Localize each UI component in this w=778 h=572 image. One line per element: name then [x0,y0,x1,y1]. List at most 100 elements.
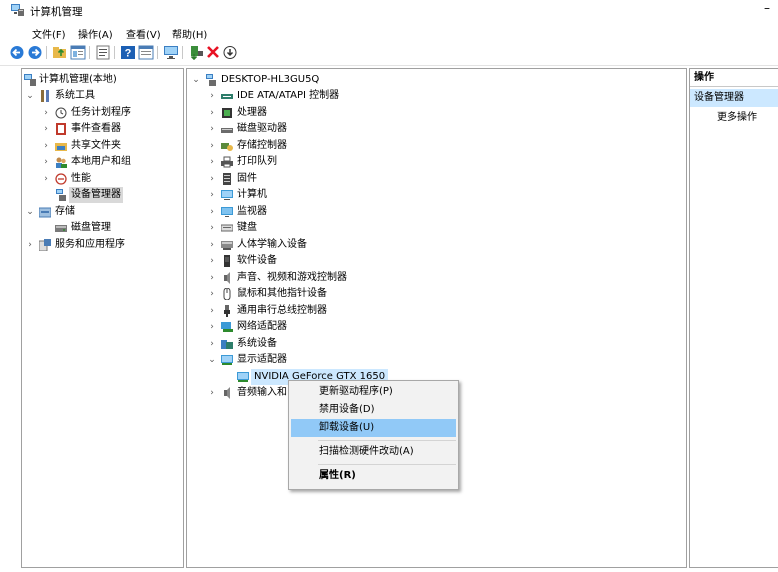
menu-item-uninstall-device[interactable]: 卸载设备(U) [291,419,456,437]
menu-action[interactable]: 操作(A) [78,26,113,41]
category-label: 打印队列 [237,156,277,167]
chevron-right-icon[interactable]: › [207,336,217,352]
toolbar-separator [182,46,183,59]
toolbar-separator [89,46,90,59]
computer-icon[interactable] [163,45,179,60]
remove-icon[interactable] [205,45,221,60]
forward-arrow-icon[interactable] [27,45,43,60]
category-label: IDE ATA/ATAPI 控制器 [237,90,340,101]
title-bar: 计算机管理 – [0,0,778,22]
chevron-right-icon[interactable]: › [207,171,217,187]
tree-label: 任务计划程序 [71,107,131,118]
toolbar-separator [114,46,115,59]
chevron-right-icon[interactable]: › [207,237,217,253]
chevron-right-icon[interactable]: › [41,138,51,154]
chevron-right-icon[interactable]: › [207,385,217,401]
more-actions-link[interactable]: 更多操作 [717,109,757,127]
chevron-right-icon[interactable]: › [207,154,217,170]
chevron-down-icon[interactable]: ⌄ [191,72,201,88]
menu-item-properties[interactable]: 属性(R) [291,467,456,485]
chevron-right-icon[interactable]: › [25,237,35,253]
folder-up-icon[interactable] [52,45,68,60]
toolbar-separator [157,46,158,59]
mouse-icon [223,288,231,300]
details-icon[interactable] [138,45,154,60]
printer-icon [221,156,233,168]
tree-label: 共享文件夹 [71,140,121,151]
category-label: 鼠标和其他指针设备 [237,288,327,299]
shared-folder-icon [55,143,67,151]
category-label: 人体学输入设备 [237,239,307,250]
category-label: 处理器 [237,107,267,118]
disk-icon [55,225,67,232]
chevron-right-icon[interactable]: › [207,220,217,236]
chevron-right-icon[interactable]: › [41,121,51,137]
chevron-right-icon[interactable]: › [207,270,217,286]
tree-label: 设备管理器 [69,187,123,203]
chevron-down-icon[interactable]: ⌄ [25,204,35,220]
services-icon [39,239,51,251]
system-device-icon [221,340,233,349]
category-label: 固件 [237,173,257,184]
tools-icon [41,90,49,102]
chevron-right-icon[interactable]: › [207,105,217,121]
category-label: 计算机 [237,189,267,200]
menu-view[interactable]: 查看(V) [126,26,161,41]
menu-separator [318,440,456,441]
storage-icon [39,207,51,218]
menu-item-scan-hardware[interactable]: 扫描检测硬件改动(A) [291,443,456,461]
display-adapter-icon [237,372,249,382]
category-label: 键盘 [237,222,257,233]
event-log-icon [56,123,66,135]
tree-label: 系统工具 [55,90,95,101]
chevron-right-icon[interactable]: › [207,187,217,203]
tree-label: 存储 [55,206,75,217]
minimize-button[interactable]: – [764,1,770,15]
toolbar-separator [46,46,47,59]
menu-help[interactable]: 帮助(H) [172,26,207,41]
chevron-right-icon[interactable]: › [207,303,217,319]
help-icon[interactable]: ? [120,45,136,60]
category-label: 软件设备 [237,255,277,266]
chevron-right-icon[interactable]: › [207,121,217,137]
display-adapter-icon [221,355,233,365]
install-icon[interactable] [222,45,238,60]
category-label: 系统设备 [237,338,277,349]
toolbar-divider [0,65,778,66]
chevron-right-icon[interactable]: › [207,319,217,335]
menu-item-update-driver[interactable]: 更新驱动程序(P) [291,383,456,401]
chevron-right-icon[interactable]: › [207,88,217,104]
menu-item-disable-device[interactable]: 禁用设备(D) [291,401,456,419]
chevron-down-icon[interactable]: ⌄ [207,352,217,368]
computer-management-icon [24,74,36,86]
hid-icon [221,241,233,250]
tree-label: 性能 [71,173,91,184]
chevron-right-icon[interactable]: › [41,105,51,121]
chevron-right-icon[interactable]: › [41,171,51,187]
computer-name: DESKTOP-HL3GU5Q [221,74,320,85]
chevron-right-icon[interactable]: › [41,154,51,170]
menu-bar: 文件(F) 操作(A) 查看(V) 帮助(H) [0,24,778,41]
show-hide-tree-icon[interactable] [70,45,86,60]
actions-section-device-manager[interactable]: 设备管理器 [690,89,778,107]
device-manager-icon [56,189,66,201]
chevron-right-icon[interactable]: › [207,204,217,220]
chevron-right-icon[interactable]: › [207,138,217,154]
back-arrow-icon[interactable] [9,45,25,60]
update-driver-icon[interactable] [188,45,204,60]
firmware-icon [223,173,231,185]
tree-label: 事件查看器 [71,123,121,134]
menu-file[interactable]: 文件(F) [32,26,66,41]
category-label: 通用串行总线控制器 [237,305,327,316]
users-icon [56,157,67,168]
properties-icon[interactable] [95,45,111,60]
actions-pane: 操作 设备管理器 更多操作 [689,68,778,568]
computer-icon [206,74,216,86]
chevron-right-icon[interactable]: › [207,253,217,269]
toolbar: ? [0,43,778,63]
processor-icon [222,108,232,118]
chevron-right-icon[interactable]: › [207,286,217,302]
computer-monitor-icon [221,190,233,200]
svg-text:?: ? [125,48,132,60]
chevron-down-icon[interactable]: ⌄ [25,88,35,104]
